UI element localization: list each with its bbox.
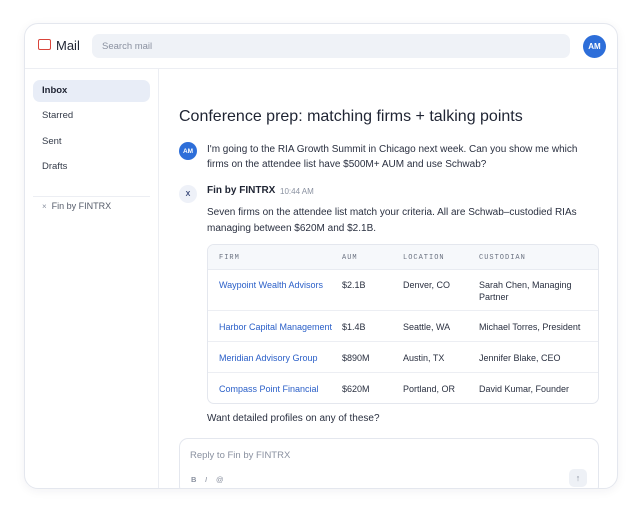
custodian-cell: Jennifer Blake, CEO <box>479 353 561 363</box>
location-cell: Denver, CO <box>403 280 451 290</box>
location-cell: Austin, TX <box>403 353 445 363</box>
reply-input[interactable] <box>190 448 570 462</box>
mention-button[interactable]: @ <box>216 475 224 484</box>
custodian-cell: David Kumar, Founder <box>479 384 570 394</box>
app-title: Mail <box>56 38 80 53</box>
custodian-cell: Michael Torres, President <box>479 322 581 332</box>
column-header-location: LOCATION <box>403 254 445 262</box>
thread-view: Conference prep: matching firms + talkin… <box>160 69 617 488</box>
sidebar-item-drafts[interactable]: Drafts <box>33 156 150 178</box>
sidebar-item-sent[interactable]: Sent <box>33 131 150 153</box>
location-cell: Seattle, WA <box>403 322 451 332</box>
thread-subject: Conference prep: matching firms + talkin… <box>179 108 523 125</box>
bot-sender-name: Fin by FINTRX <box>207 185 276 196</box>
custodian-cell: Sarah Chen, Managing Partner <box>479 280 572 302</box>
aum-cell: $620M <box>342 384 370 394</box>
firm-link[interactable]: Harbor Capital Management <box>219 321 332 333</box>
reply-composer: B I @ ↑ <box>179 438 599 488</box>
top-bar: Mail AM <box>25 24 617 69</box>
close-icon[interactable]: × <box>42 202 47 211</box>
column-header-aum: AUM <box>342 254 358 262</box>
sidebar-divider <box>33 196 150 197</box>
aum-cell: $890M <box>342 353 370 363</box>
firms-table: FIRM AUM LOCATION CUSTODIAN Waypoint Wea… <box>207 244 599 404</box>
table-row: Meridian Advisory Group $890M Austin, TX… <box>208 342 598 373</box>
bot-avatar: X <box>179 185 197 203</box>
user-message-text: I'm going to the RIA Growth Summit in Ch… <box>207 144 578 170</box>
location-cell: Portland, OR <box>403 384 456 394</box>
search-input[interactable] <box>92 34 570 58</box>
user-avatar[interactable]: AM <box>583 35 606 58</box>
firm-link[interactable]: Waypoint Wealth Advisors <box>219 279 323 291</box>
bold-button[interactable]: B <box>191 475 196 484</box>
bot-message-closing: Want detailed profiles on any of these? <box>207 413 380 424</box>
firm-link[interactable]: Compass Point Financial <box>219 383 319 395</box>
sidebar: Inbox Starred Sent Drafts × Fin by FINTR… <box>25 69 159 488</box>
table-row: Harbor Capital Management $1.4B Seattle,… <box>208 311 598 342</box>
user-message-avatar: AM <box>179 142 197 160</box>
sidebar-contact-label: Fin by FINTRX <box>51 201 112 211</box>
aum-cell: $1.4B <box>342 322 366 332</box>
aum-cell: $2.1B <box>342 280 366 290</box>
sidebar-item-inbox[interactable]: Inbox <box>33 80 150 102</box>
mail-logo-icon <box>38 39 51 50</box>
mail-window: Mail AM Inbox Starred Sent Drafts × Fin … <box>24 23 618 489</box>
column-header-firm: FIRM <box>219 254 240 262</box>
table-header: FIRM AUM LOCATION CUSTODIAN <box>208 245 598 270</box>
firm-link[interactable]: Meridian Advisory Group <box>219 352 318 364</box>
column-header-custodian: CUSTODIAN <box>479 254 526 262</box>
table-row: Waypoint Wealth Advisors $2.1B Denver, C… <box>208 270 598 311</box>
bot-message-time: 10:44 AM <box>280 187 314 196</box>
sidebar-item-starred[interactable]: Starred <box>33 105 150 127</box>
send-button[interactable]: ↑ <box>569 469 587 487</box>
bot-message-intro: Seven firms on the attendee list match y… <box>207 207 577 234</box>
table-row: Compass Point Financial $620M Portland, … <box>208 373 598 403</box>
sidebar-contact-fin[interactable]: × Fin by FINTRX <box>42 201 111 211</box>
italic-button[interactable]: I <box>205 475 207 484</box>
arrow-up-icon: ↑ <box>575 473 581 483</box>
